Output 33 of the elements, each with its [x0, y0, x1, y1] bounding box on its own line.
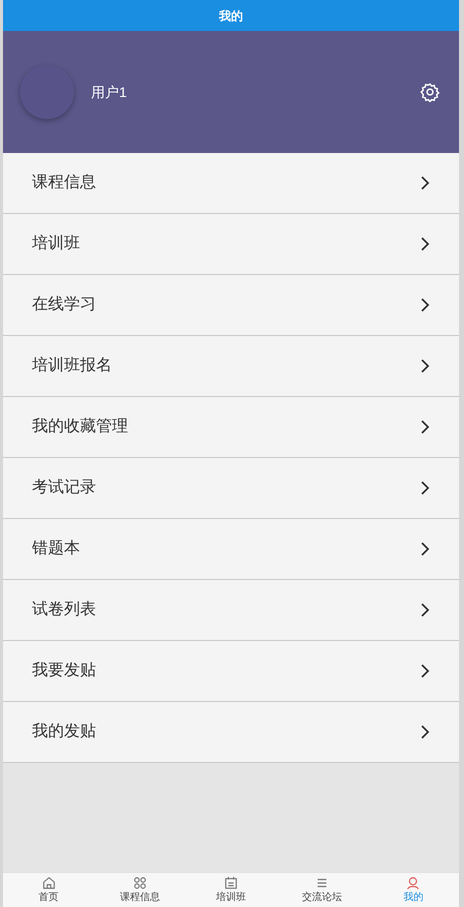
settings-icon[interactable] — [420, 82, 440, 102]
tab-item[interactable]: 培训班 — [216, 892, 246, 904]
username: 用户1 — [91, 82, 127, 102]
tab-item[interactable]: 课程信息 — [120, 892, 160, 904]
user-icon — [406, 876, 420, 890]
chevron-right-icon — [420, 725, 430, 739]
chevron-right-icon — [420, 481, 430, 495]
menu-item[interactable]: 试卷列表 — [3, 580, 459, 641]
tab-item[interactable]: 交流论坛 — [302, 892, 342, 904]
menu-item[interactable]: 在线学习 — [3, 275, 459, 336]
menu-item[interactable]: 我的发贴 — [3, 702, 459, 763]
menu-item[interactable]: 错题本 — [3, 519, 459, 580]
menu-item[interactable]: 我要发贴 — [3, 641, 459, 702]
menu-item[interactable]: 课程信息 — [3, 153, 459, 214]
board-icon — [224, 876, 238, 890]
menu-item[interactable]: 考试记录 — [3, 458, 459, 519]
menu-item[interactable]: 我的收藏管理 — [3, 397, 459, 458]
chevron-right-icon — [420, 237, 430, 251]
menu-item[interactable]: 培训班报名 — [3, 336, 459, 397]
menu-item[interactable]: 培训班 — [3, 214, 459, 275]
avatar — [20, 65, 74, 119]
grid-icon — [132, 876, 147, 890]
tab-item[interactable]: 首页 — [38, 892, 59, 904]
chevron-right-icon — [420, 420, 430, 434]
chevron-right-icon — [420, 603, 430, 617]
chevron-right-icon — [420, 664, 430, 678]
chevron-right-icon — [420, 176, 430, 190]
home-icon — [42, 876, 56, 890]
list-icon — [315, 876, 330, 890]
page-title: 我的 — [219, 8, 243, 24]
chevron-right-icon — [420, 542, 430, 556]
chevron-right-icon — [420, 359, 430, 373]
chevron-right-icon — [420, 298, 430, 312]
